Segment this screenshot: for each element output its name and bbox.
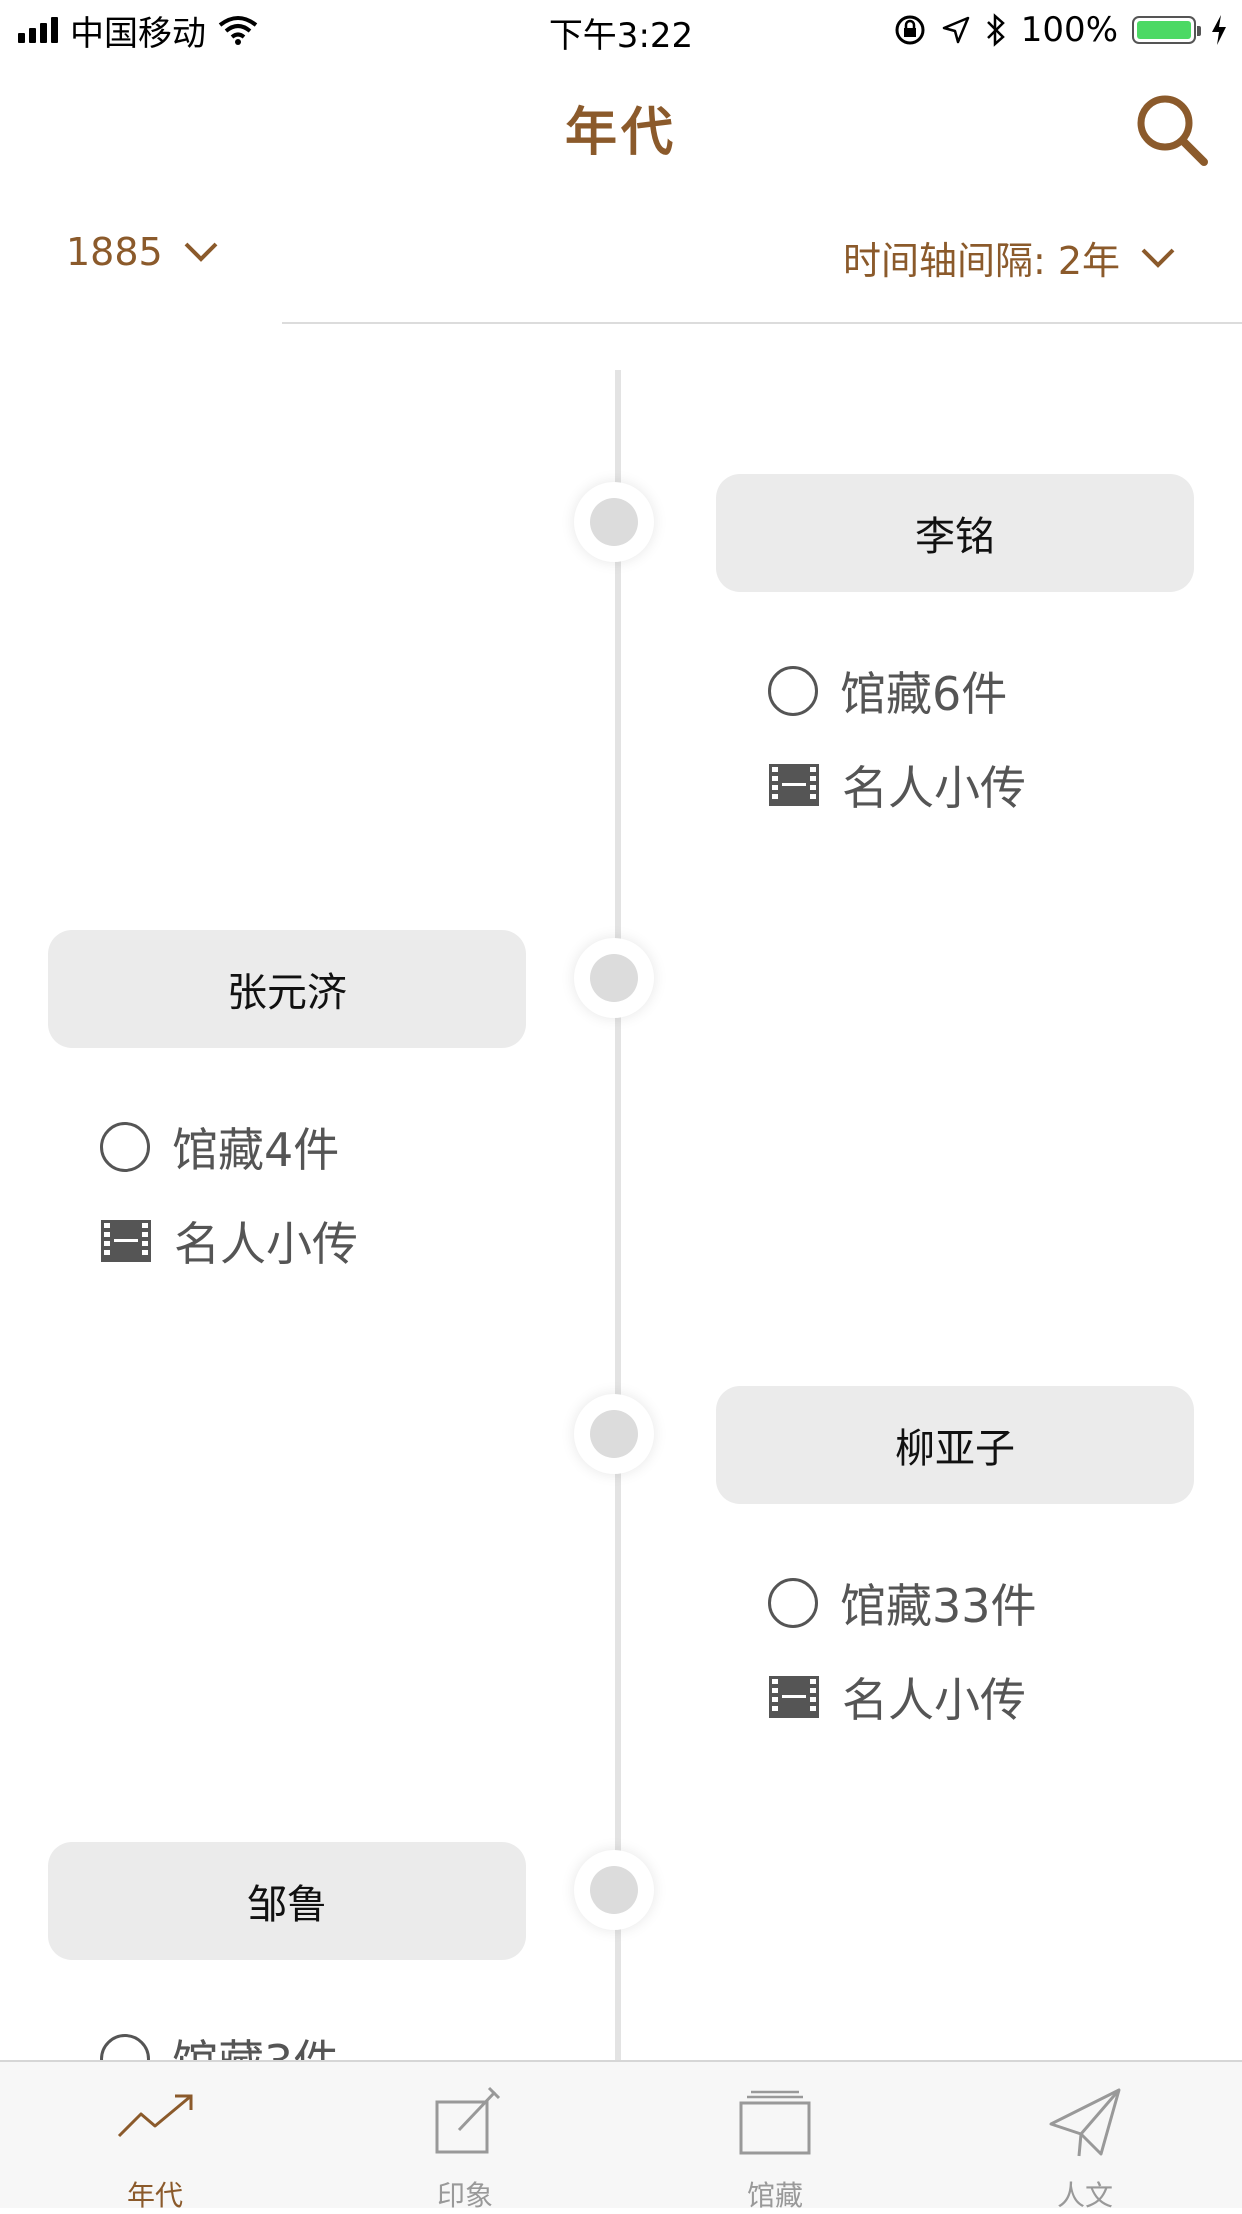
bio-label: 名人小传 — [842, 1673, 1026, 1727]
tab-label: 馆藏 — [746, 2179, 803, 2212]
tab-label: 人文 — [1056, 2179, 1113, 2212]
bluetooth-icon — [986, 13, 1005, 47]
circle-icon — [100, 1122, 150, 1172]
paper-plane-icon — [1049, 2088, 1121, 2157]
circle-icon — [768, 1578, 818, 1628]
filter-divider — [282, 322, 1242, 324]
collection-count: 馆藏6件 — [840, 667, 1008, 721]
year-selector[interactable]: 1885 — [66, 230, 219, 274]
tab-collection[interactable]: 馆藏 — [620, 2062, 930, 2212]
bio-link[interactable]: 名人小传 — [768, 1664, 1026, 1730]
film-icon — [769, 1676, 819, 1718]
collection-link[interactable]: 馆藏4件 — [100, 1114, 339, 1180]
location-icon — [942, 16, 970, 44]
filter-row: 1885 时间轴间隔: 2年 — [0, 210, 1242, 310]
tab-humanities[interactable]: 人文 — [930, 2062, 1240, 2212]
battery-fill — [1137, 21, 1191, 39]
circle-icon — [768, 666, 818, 716]
timeline-line — [615, 370, 621, 2060]
tab-label: 印象 — [436, 2179, 493, 2212]
interval-selector[interactable]: 时间轴间隔: 2年 — [843, 230, 1176, 285]
collection-link[interactable]: 馆藏33件 — [768, 1570, 1037, 1636]
status-bar: 中国移动 下午3:22 100% — [0, 0, 1242, 60]
timeline-node — [574, 1850, 654, 1930]
chevron-down-icon — [1141, 248, 1175, 268]
tab-bar: 年代 印象 馆藏 人文 — [0, 2060, 1242, 2212]
bio-label: 名人小传 — [842, 761, 1026, 815]
bio-link[interactable]: 名人小传 — [768, 752, 1026, 818]
status-right: 100% — [893, 8, 1228, 52]
person-card[interactable]: 柳亚子 — [716, 1386, 1194, 1504]
battery-icon — [1132, 16, 1201, 44]
page-title: 年代 — [564, 103, 677, 163]
film-icon — [769, 764, 819, 806]
nav-bar: 年代 — [0, 60, 1242, 190]
search-icon — [1137, 95, 1208, 166]
timeline-node — [574, 482, 654, 562]
interval-value: 时间轴间隔: 2年 — [842, 239, 1120, 283]
timeline-node — [574, 1394, 654, 1474]
person-card[interactable]: 邹鲁 — [48, 1842, 526, 1960]
tab-impression[interactable]: 印象 — [310, 2062, 620, 2212]
tab-era[interactable]: 年代 — [0, 2062, 310, 2212]
collection-count: 馆藏4件 — [172, 1123, 340, 1177]
person-card[interactable]: 李铭 — [716, 474, 1194, 592]
search-button[interactable] — [1132, 90, 1212, 170]
bio-label: 名人小传 — [174, 1217, 358, 1271]
collection-link[interactable]: 馆藏6件 — [768, 658, 1007, 724]
collection-icon — [739, 2090, 811, 2155]
edit-icon — [435, 2086, 501, 2154]
charging-icon — [1212, 15, 1226, 45]
bio-link[interactable]: 名人小传 — [100, 1208, 358, 1274]
orientation-lock-icon — [895, 15, 925, 45]
battery-percent: 100% — [1020, 10, 1118, 50]
year-value: 1885 — [66, 230, 163, 274]
film-icon — [101, 1220, 151, 1262]
chevron-down-icon — [184, 242, 218, 262]
person-card[interactable]: 张元济 — [48, 930, 526, 1048]
tab-label: 年代 — [126, 2179, 183, 2212]
timeline-node — [574, 938, 654, 1018]
trend-icon — [117, 2094, 193, 2138]
collection-count: 馆藏33件 — [840, 1579, 1037, 1633]
